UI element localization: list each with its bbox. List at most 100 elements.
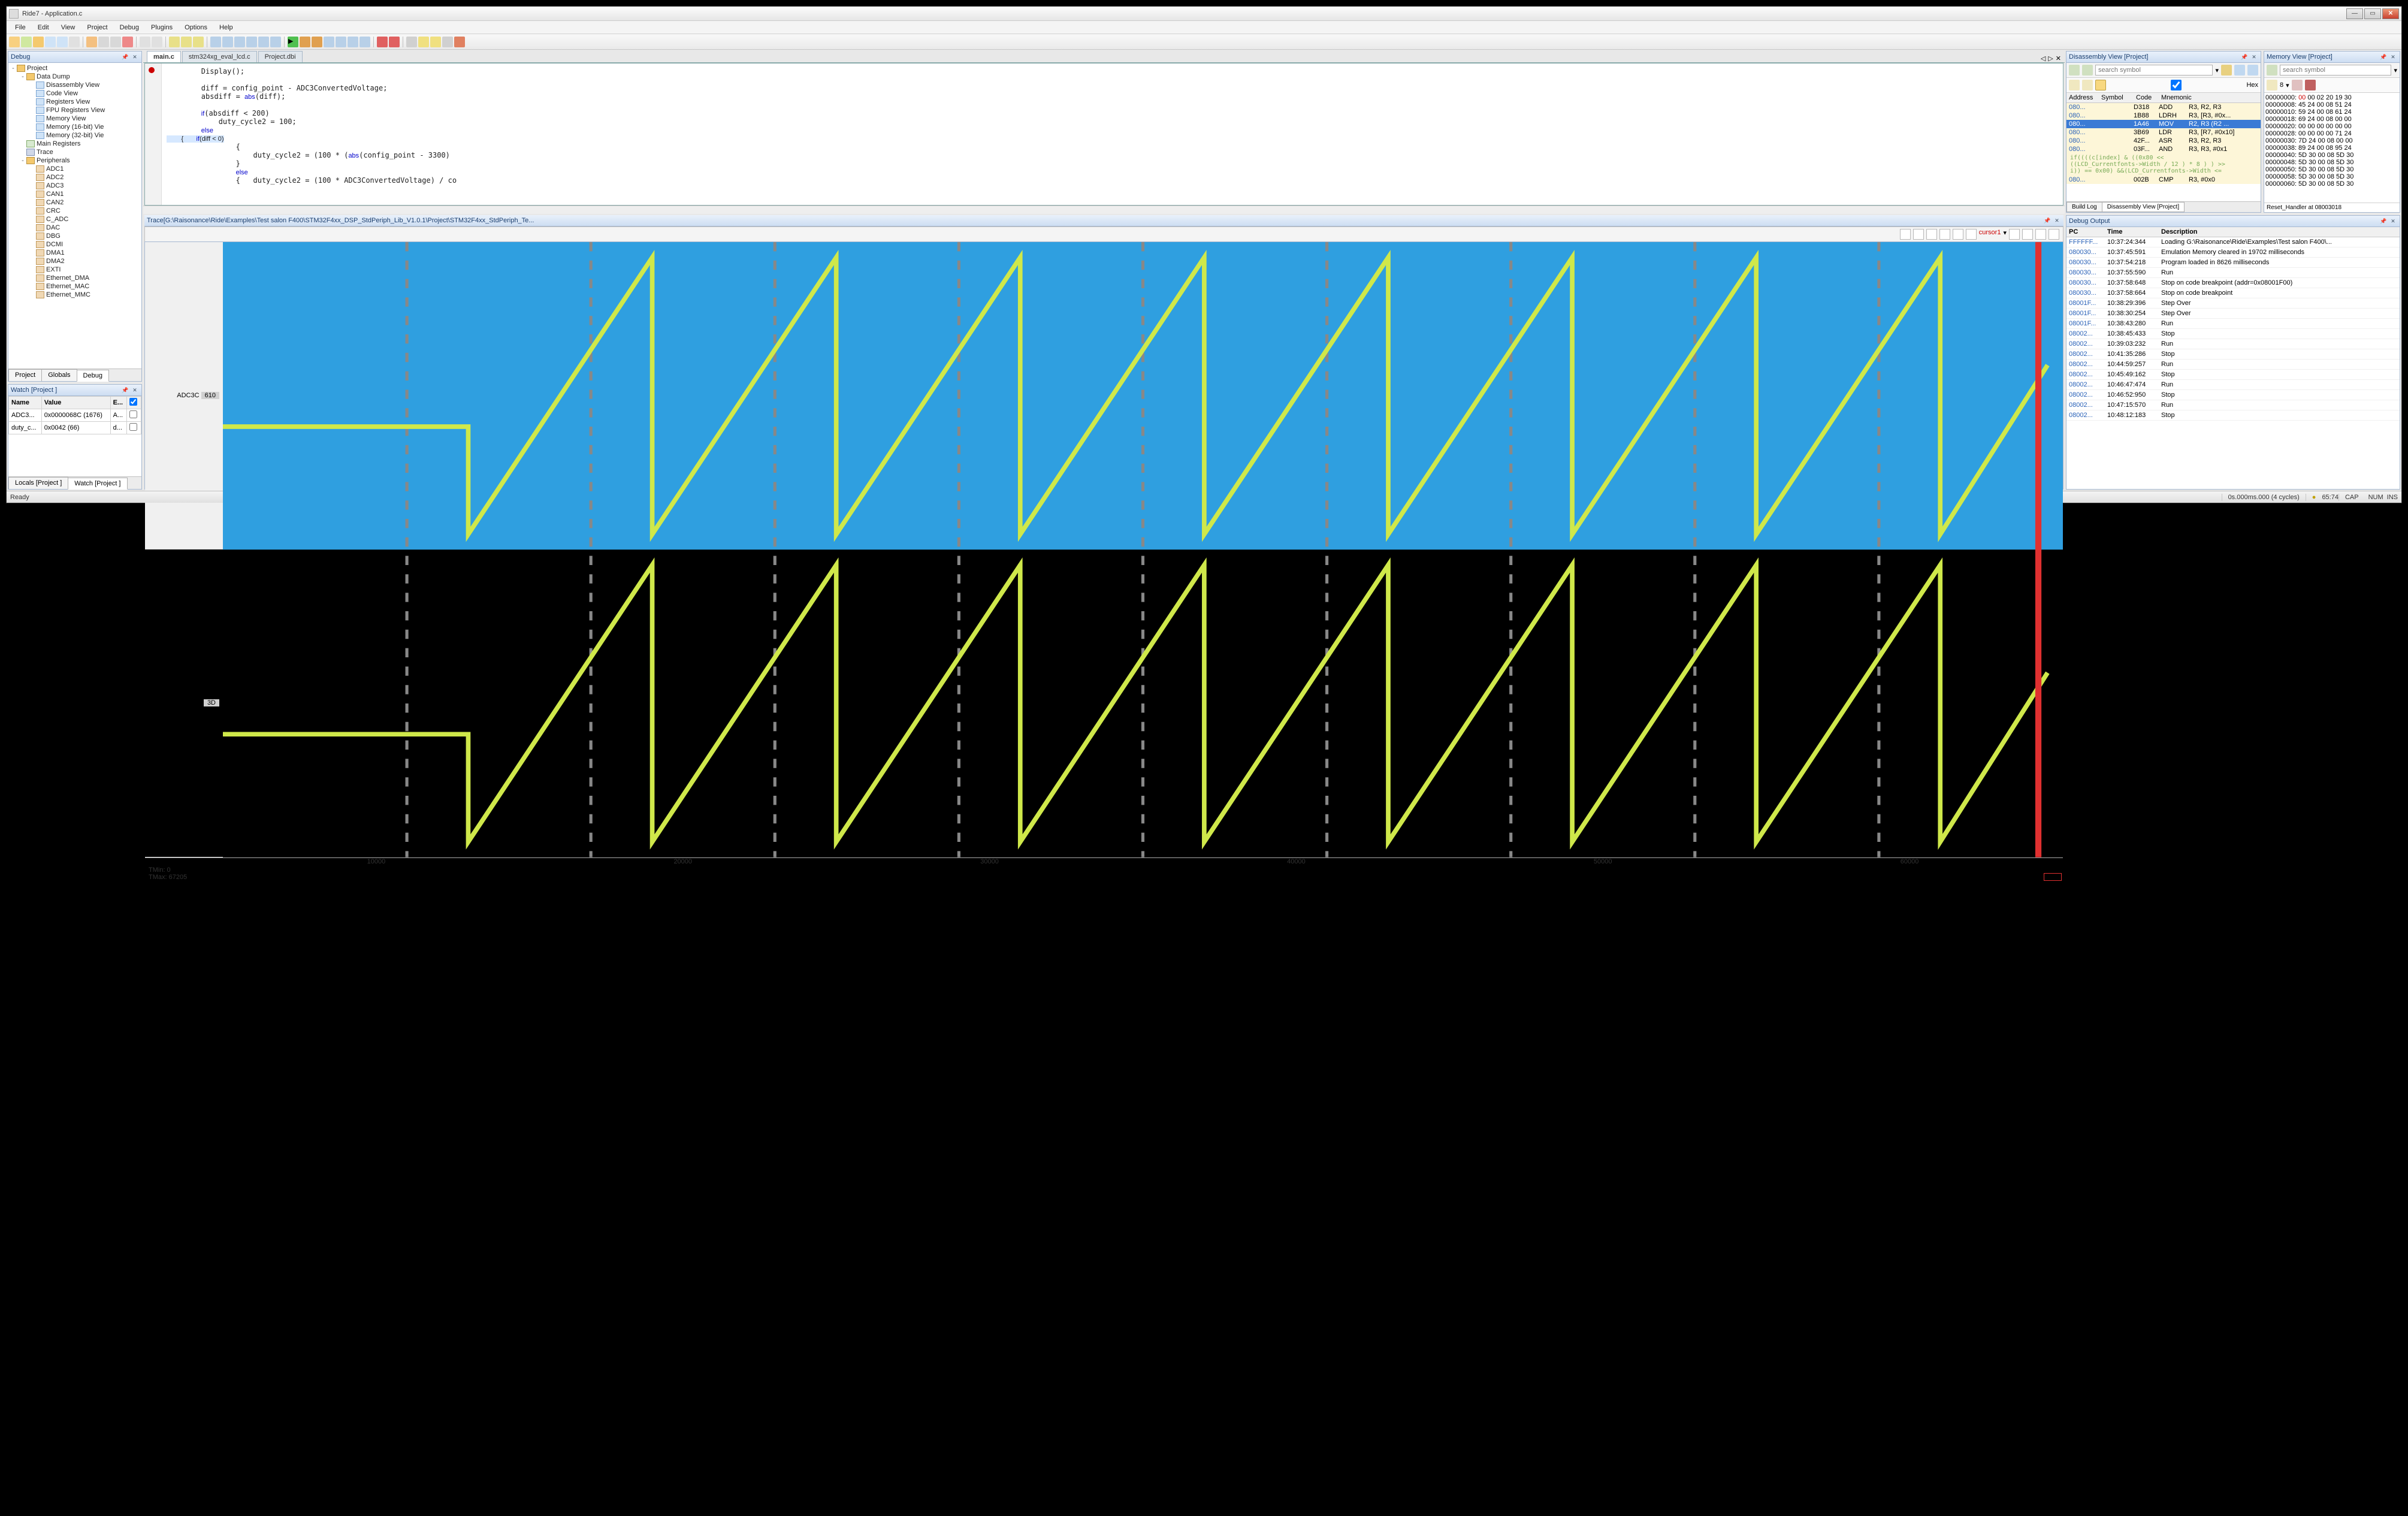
copy-icon[interactable] — [98, 37, 109, 47]
dbgout-row[interactable]: 080030...10:37:55:590Run — [2066, 268, 2400, 278]
dbgout-row[interactable]: 08002...10:45:49:162Stop — [2066, 370, 2400, 380]
disasm-col-code[interactable]: Code — [2134, 93, 2159, 102]
menu-debug[interactable]: Debug — [115, 23, 144, 32]
watch-icon[interactable] — [418, 37, 429, 47]
watch-col-e[interactable]: E... — [110, 397, 127, 409]
prev-tab-icon[interactable]: ◁ — [2041, 55, 2046, 62]
maximize-button[interactable]: ▭ — [2364, 8, 2381, 19]
disasm-body[interactable]: 080...D318ADDR3, R2, R3080...1B88LDRHR3,… — [2066, 103, 2261, 201]
close-tab-icon[interactable]: ✕ — [2056, 55, 2061, 62]
search-dropdown-icon[interactable]: ▾ — [2394, 67, 2397, 74]
tree-node[interactable]: ADC2 — [10, 173, 140, 182]
memory-row[interactable]: 00000010: 59 24 00 08 61 24 — [2265, 108, 2398, 116]
disasm-row[interactable]: 080...42F...ASRR3, R2, R3 — [2066, 137, 2261, 145]
save-icon[interactable] — [2234, 65, 2245, 76]
mem-icon[interactable] — [430, 37, 441, 47]
memory-row[interactable]: 00000018: 69 24 00 08 00 00 — [2265, 116, 2398, 123]
cut-icon[interactable] — [86, 37, 97, 47]
run-icon[interactable]: ▶ — [288, 37, 298, 47]
runto-icon[interactable] — [359, 37, 370, 47]
clean-icon[interactable] — [246, 37, 257, 47]
tab-buildlog[interactable]: Build Log — [2066, 202, 2102, 212]
rebuild-icon[interactable] — [222, 37, 233, 47]
dbgout-row[interactable]: 08002...10:41:35:286Stop — [2066, 349, 2400, 360]
refresh-icon[interactable] — [2221, 65, 2232, 76]
tree-node[interactable]: DMA2 — [10, 257, 140, 265]
print-icon[interactable] — [69, 37, 80, 47]
zoom-sel-icon[interactable] — [1966, 229, 1977, 240]
memory-row[interactable]: 00000028: 00 00 00 00 71 24 — [2265, 130, 2398, 137]
tree-node[interactable]: Main Registers — [10, 140, 140, 148]
dbgout-row[interactable]: 08002...10:44:59:257Run — [2066, 360, 2400, 370]
dbgout-col-desc[interactable]: Description — [2159, 227, 2400, 237]
tree-node[interactable]: CRC — [10, 207, 140, 215]
open-icon[interactable] — [21, 37, 32, 47]
disasm-col-sym[interactable]: Symbol — [2099, 93, 2134, 102]
menu-project[interactable]: Project — [82, 23, 112, 32]
pause-icon[interactable] — [300, 37, 310, 47]
close-icon[interactable]: ✕ — [131, 386, 139, 394]
disasm-row[interactable]: 080...002BCMPR3, #0x0 — [2066, 176, 2261, 184]
tree-node[interactable]: DAC — [10, 224, 140, 232]
dbgout-row[interactable]: 08002...10:39:03:232Run — [2066, 339, 2400, 349]
view1-icon[interactable] — [2069, 80, 2080, 90]
make-icon[interactable] — [258, 37, 269, 47]
hex-checkbox[interactable] — [2108, 80, 2244, 90]
new-icon[interactable] — [9, 37, 20, 47]
find-icon[interactable] — [169, 37, 180, 47]
folder-icon[interactable] — [33, 37, 44, 47]
replace-icon[interactable] — [193, 37, 204, 47]
menu-file[interactable]: File — [10, 23, 31, 32]
tab-project[interactable]: Project — [8, 369, 42, 381]
zoom-fit-icon[interactable] — [1900, 229, 1911, 240]
editor-hscroll[interactable] — [143, 206, 2065, 214]
zoom-reset-icon[interactable] — [1953, 229, 1963, 240]
tab-lcd-c[interactable]: stm324xg_eval_lcd.c — [182, 51, 257, 62]
redo-icon[interactable] — [152, 37, 162, 47]
save2-icon[interactable] — [2247, 65, 2258, 76]
breakpoint-icon[interactable] — [149, 67, 155, 73]
dbgout-row[interactable]: 080030...10:37:58:664Stop on code breakp… — [2066, 288, 2400, 298]
dbgout-col-pc[interactable]: PC — [2066, 227, 2105, 237]
flag-icon[interactable] — [377, 37, 388, 47]
close-icon[interactable]: ✕ — [2250, 53, 2258, 61]
memory-row[interactable]: 00000020: 00 00 00 00 00 00 — [2265, 123, 2398, 130]
menu-options[interactable]: Options — [180, 23, 212, 32]
delete-icon[interactable] — [122, 37, 133, 47]
memory-row[interactable]: 00000050: 5D 30 00 08 5D 30 — [2265, 166, 2398, 173]
disasm-row[interactable]: 080...1A46MOVR2, R3 (R2 ... — [2066, 120, 2261, 128]
reg-icon[interactable] — [442, 37, 453, 47]
goto-start-icon[interactable] — [2035, 229, 2046, 240]
memory-row[interactable]: 00000030: 7D 24 00 08 00 00 — [2265, 137, 2398, 144]
tree-node[interactable]: DBG — [10, 232, 140, 240]
memory-row[interactable]: 00000040: 5D 30 00 08 5D 30 — [2265, 152, 2398, 159]
undo-icon[interactable] — [140, 37, 150, 47]
tab-watch[interactable]: Watch [Project ] — [68, 478, 127, 490]
tab-debug[interactable]: Debug — [77, 370, 109, 382]
tree-node[interactable]: EXTI — [10, 265, 140, 274]
dbgout-row[interactable]: 080030...10:37:45:591Emulation Memory cl… — [2066, 247, 2400, 258]
dbgout-col-time[interactable]: Time — [2105, 227, 2159, 237]
view2-icon[interactable] — [2082, 80, 2093, 90]
tab-main-c[interactable]: main.c — [147, 51, 181, 62]
tree-node[interactable]: CAN1 — [10, 190, 140, 198]
goto-end-icon[interactable] — [2049, 229, 2059, 240]
trace-chart[interactable]: ADC3C 610 duty_c 3D — [145, 242, 2063, 857]
memory-row[interactable]: 00000038: 89 24 00 08 95 24 — [2265, 144, 2398, 152]
dbgout-row[interactable]: 08002...10:46:52:950Stop — [2066, 390, 2400, 400]
pin-icon[interactable]: 📌 — [2379, 53, 2388, 61]
menu-help[interactable]: Help — [214, 23, 238, 32]
stepout-icon[interactable] — [348, 37, 358, 47]
hand-icon[interactable] — [2022, 229, 2033, 240]
close-icon[interactable]: ✕ — [2389, 217, 2397, 225]
tab-disasm[interactable]: Disassembly View [Project] — [2102, 202, 2185, 212]
tree-node[interactable]: Ethernet_MAC — [10, 282, 140, 291]
mem-w-icon[interactable] — [2292, 80, 2303, 90]
disasm-col-addr[interactable]: Address — [2066, 93, 2099, 102]
watch-col-value[interactable]: Value — [41, 397, 110, 409]
stepinto-icon[interactable] — [336, 37, 346, 47]
tree-node[interactable]: Code View — [10, 89, 140, 98]
tree-node[interactable]: Disassembly View — [10, 81, 140, 89]
tree-node[interactable]: -Peripherals — [10, 156, 140, 165]
tree-node[interactable]: -Project — [10, 64, 140, 73]
